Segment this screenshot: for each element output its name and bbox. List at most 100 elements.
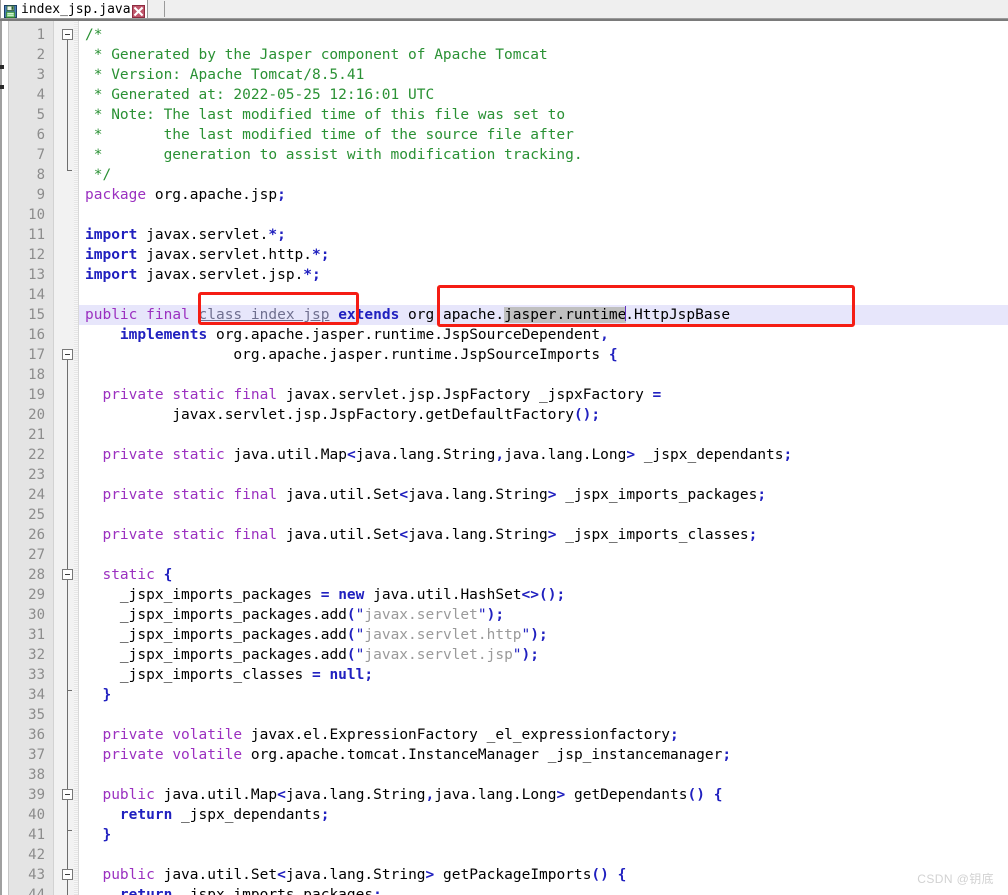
code-line[interactable]: * Generated at: 2022-05-25 12:16:01 UTC xyxy=(85,85,434,105)
line-number: 44 xyxy=(28,887,45,895)
line-number: 39 xyxy=(28,787,45,803)
fold-collapse-icon[interactable] xyxy=(62,569,73,580)
code-line[interactable]: private volatile javax.el.ExpressionFact… xyxy=(85,725,678,745)
line-number: 10 xyxy=(28,207,45,223)
line-number: 14 xyxy=(28,287,45,303)
fold-range-end xyxy=(67,830,72,831)
line-number: 37 xyxy=(28,747,45,763)
line-number: 22 xyxy=(28,447,45,463)
code-line[interactable]: _jspx_imports_packages.add("javax.servle… xyxy=(85,605,504,625)
fold-range-line xyxy=(67,40,68,170)
code-line[interactable]: import javax.servlet.jsp.*; xyxy=(85,265,321,285)
code-line[interactable]: javax.servlet.jsp.JspFactory.getDefaultF… xyxy=(85,405,600,425)
code-line[interactable]: package org.apache.jsp; xyxy=(85,185,286,205)
code-line[interactable]: * Generated by the Jasper component of A… xyxy=(85,45,548,65)
code-line[interactable]: import javax.servlet.*; xyxy=(85,225,286,245)
line-number: 29 xyxy=(28,587,45,603)
csdn-watermark: CSDN @钥底 xyxy=(917,872,994,886)
fold-collapse-icon[interactable] xyxy=(62,29,73,40)
tab-bar-divider xyxy=(164,1,165,17)
line-number: 20 xyxy=(28,407,45,423)
line-number: 15 xyxy=(28,307,45,323)
code-line[interactable]: _jspx_imports_packages.add("javax.servle… xyxy=(85,645,539,665)
line-number: 33 xyxy=(28,667,45,683)
code-line[interactable]: * generation to assist with modification… xyxy=(85,145,583,165)
fold-range-line xyxy=(67,880,68,895)
line-number: 28 xyxy=(28,567,45,583)
code-line[interactable]: } xyxy=(85,825,111,845)
code-folding-gutter[interactable] xyxy=(54,21,79,895)
line-number: 1 xyxy=(36,27,45,43)
code-line[interactable]: org.apache.jasper.runtime.JspSourceImpor… xyxy=(85,345,617,365)
eclipse-editor-window: index_jsp.java 1 2 3 4 5 6 7 8 9 10 11 12 13 14 15 16 17… xyxy=(0,0,1008,895)
line-number: 27 xyxy=(28,547,45,563)
line-number: 11 xyxy=(28,227,45,243)
fold-collapse-icon[interactable] xyxy=(62,869,73,880)
code-line[interactable]: public final class index_jsp extends org… xyxy=(85,305,730,325)
line-number: 40 xyxy=(28,807,45,823)
code-line[interactable]: return _jspx_imports_packages; xyxy=(85,885,382,895)
line-number: 43 xyxy=(28,867,45,883)
line-number: 19 xyxy=(28,387,45,403)
editor-tab-label: index_jsp.java xyxy=(21,1,131,17)
fold-collapse-icon[interactable] xyxy=(62,789,73,800)
line-number: 17 xyxy=(28,347,45,363)
line-number: 9 xyxy=(36,187,45,203)
close-x-icon[interactable] xyxy=(131,3,145,18)
line-number: 30 xyxy=(28,607,45,623)
code-line[interactable]: private static final java.util.Set<java.… xyxy=(85,525,757,545)
line-number: 36 xyxy=(28,727,45,743)
source-editor[interactable]: 1 2 3 4 5 6 7 8 9 10 11 12 13 14 15 16 17 18 19 20 21 22 23 24 2… xyxy=(0,19,1008,895)
fold-range-line xyxy=(67,800,68,830)
fold-collapse-icon[interactable] xyxy=(62,349,73,360)
code-line[interactable]: private static java.util.Map<java.lang.S… xyxy=(85,445,792,465)
line-number: 3 xyxy=(36,67,45,83)
code-line[interactable]: static { xyxy=(85,565,172,585)
code-line[interactable]: * Note: The last modified time of this f… xyxy=(85,105,565,125)
code-line[interactable]: private static final java.util.Set<java.… xyxy=(85,485,766,505)
fold-range-end xyxy=(67,690,72,691)
code-line[interactable]: _jspx_imports_classes = null; xyxy=(85,665,373,685)
editor-tab-index-jsp-java[interactable]: index_jsp.java xyxy=(0,0,148,18)
line-number: 24 xyxy=(28,487,45,503)
line-number: 6 xyxy=(36,127,45,143)
code-line[interactable]: private static final javax.servlet.jsp.J… xyxy=(85,385,661,405)
line-number: 16 xyxy=(28,327,45,343)
code-line[interactable]: } xyxy=(85,685,111,705)
line-number: 18 xyxy=(28,367,45,383)
line-number: 26 xyxy=(28,527,45,543)
fold-range-line xyxy=(67,580,68,690)
code-line[interactable]: * the last modified time of the source f… xyxy=(85,125,574,145)
code-line[interactable]: /* xyxy=(85,25,102,45)
code-line[interactable]: _jspx_imports_packages.add("javax.servle… xyxy=(85,625,548,645)
line-number: 7 xyxy=(36,147,45,163)
line-number: 23 xyxy=(28,467,45,483)
line-number: 34 xyxy=(28,687,45,703)
line-number: 31 xyxy=(28,627,45,643)
line-number: 12 xyxy=(28,247,45,263)
code-line[interactable]: _jspx_imports_packages = new java.util.H… xyxy=(85,585,565,605)
line-number: 2 xyxy=(36,47,45,63)
code-line[interactable]: */ xyxy=(85,165,111,185)
line-number-gutter: 1 2 3 4 5 6 7 8 9 10 11 12 13 14 15 16 17 18 19 20 21 22 23 24 2… xyxy=(9,21,54,895)
line-number: 4 xyxy=(36,87,45,103)
line-number: 41 xyxy=(28,827,45,843)
line-number: 35 xyxy=(28,707,45,723)
line-number: 5 xyxy=(36,107,45,123)
code-line[interactable]: private volatile org.apache.tomcat.Insta… xyxy=(85,745,731,765)
floppy-disk-save-icon xyxy=(4,3,17,18)
fold-range-end xyxy=(67,170,72,171)
editor-tab-bar: index_jsp.java xyxy=(0,0,1008,19)
line-number: 38 xyxy=(28,767,45,783)
code-text-area[interactable]: /* * Generated by the Jasper component o… xyxy=(79,21,1008,895)
line-number: 32 xyxy=(28,647,45,663)
code-line[interactable]: public java.util.Set<java.lang.String> g… xyxy=(85,865,626,885)
code-line[interactable]: * Version: Apache Tomcat/8.5.41 xyxy=(85,65,365,85)
code-line[interactable]: return _jspx_dependants; xyxy=(85,805,330,825)
line-number: 8 xyxy=(36,167,45,183)
code-line[interactable]: import javax.servlet.http.*; xyxy=(85,245,329,265)
line-number: 13 xyxy=(28,267,45,283)
code-line[interactable]: implements org.apache.jasper.runtime.Jsp… xyxy=(85,325,609,345)
line-number: 42 xyxy=(28,847,45,863)
code-line[interactable]: public java.util.Map<java.lang.String,ja… xyxy=(85,785,722,805)
